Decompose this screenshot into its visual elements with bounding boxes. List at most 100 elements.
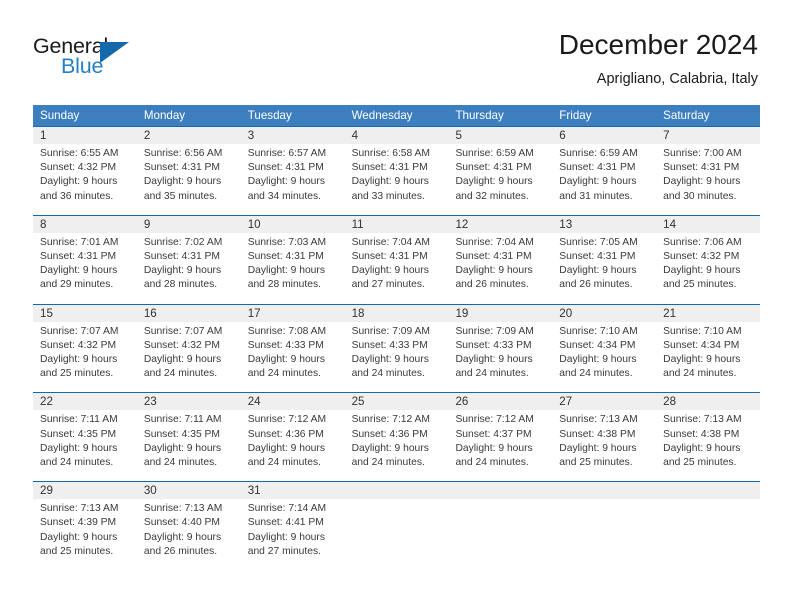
day-cell[interactable]: 14 Sunrise: 7:06 AM Sunset: 4:32 PM Dayl… (656, 215, 761, 304)
day-number: 7 (656, 127, 761, 144)
sunrise-text: Sunrise: 7:12 AM (247, 414, 327, 426)
sunrise-text: Sunrise: 7:11 AM (40, 414, 118, 426)
daylight-text-line1: Daylight: 9 hours (247, 531, 325, 543)
day-info: Sunrise: 7:08 AM Sunset: 4:33 PM Dayligh… (241, 322, 345, 382)
sunrise-text: Sunrise: 7:12 AM (351, 414, 430, 426)
day-info: Sunrise: 7:02 AM Sunset: 4:31 PM Dayligh… (137, 233, 241, 293)
day-cell[interactable]: 6 Sunrise: 6:59 AM Sunset: 4:31 PM Dayli… (552, 127, 657, 215)
sunset-text: Sunset: 4:36 PM (351, 428, 428, 440)
daylight-text-line1: Daylight: 9 hours (663, 442, 741, 454)
day-cell[interactable]: 17 Sunrise: 7:08 AM Sunset: 4:33 PM Dayl… (240, 304, 345, 393)
day-cell[interactable]: 12 Sunrise: 7:04 AM Sunset: 4:31 PM Dayl… (448, 215, 553, 304)
day-cell-empty (552, 482, 657, 570)
day-cell[interactable]: 24 Sunrise: 7:12 AM Sunset: 4:36 PM Dayl… (240, 393, 345, 481)
daylight-text-line2: and 24 minutes. (143, 457, 218, 469)
day-number (448, 482, 553, 500)
day-cell[interactable]: 29 Sunrise: 7:13 AM Sunset: 4:39 PM Dayl… (33, 482, 137, 570)
sunrise-text: Sunrise: 6:55 AM (40, 148, 119, 159)
daylight-text-line2: and 34 minutes. (247, 190, 321, 202)
day-number: 27 (552, 393, 657, 411)
day-info: Sunrise: 7:01 AM Sunset: 4:31 PM Dayligh… (33, 233, 137, 293)
sunset-text: Sunset: 4:31 PM (143, 251, 220, 263)
day-cell[interactable]: 28 Sunrise: 7:13 AM Sunset: 4:38 PM Dayl… (656, 393, 761, 481)
daylight-text-line2: and 35 minutes. (143, 190, 218, 202)
brand-logo[interactable]: General Blue (33, 34, 223, 84)
day-number: 16 (136, 304, 241, 322)
day-info: Sunrise: 6:58 AM Sunset: 4:31 PM Dayligh… (345, 144, 449, 204)
day-cell[interactable]: 7 Sunrise: 7:00 AM Sunset: 4:31 PM Dayli… (656, 127, 761, 215)
sunset-text: Sunset: 4:36 PM (247, 428, 324, 440)
sunset-text: Sunset: 4:31 PM (247, 162, 324, 174)
daylight-text-line2: and 24 minutes. (247, 368, 321, 380)
daylight-text-line1: Daylight: 9 hours (351, 176, 429, 188)
daylight-text-line2: and 29 minutes. (40, 279, 114, 291)
page-header: General Blue December 2024 Aprigliano, C… (0, 0, 792, 100)
sunrise-text: Sunrise: 7:09 AM (455, 325, 534, 337)
day-cell[interactable]: 21 Sunrise: 7:10 AM Sunset: 4:34 PM Dayl… (656, 304, 761, 393)
daylight-text-line2: and 31 minutes. (559, 190, 633, 202)
day-cell[interactable]: 4 Sunrise: 6:58 AM Sunset: 4:31 PM Dayli… (344, 127, 449, 215)
day-info: Sunrise: 7:04 AM Sunset: 4:31 PM Dayligh… (448, 233, 552, 293)
day-cell[interactable]: 16 Sunrise: 7:07 AM Sunset: 4:32 PM Dayl… (136, 304, 241, 393)
daylight-text-line1: Daylight: 9 hours (455, 265, 533, 277)
sunset-text: Sunset: 4:32 PM (143, 339, 220, 351)
sunset-text: Sunset: 4:31 PM (143, 162, 220, 174)
day-cell[interactable]: 1 Sunrise: 6:55 AM Sunset: 4:32 PM Dayli… (33, 127, 137, 215)
weekday-header-wednesday: Wednesday (351, 109, 413, 122)
day-cell[interactable]: 3 Sunrise: 6:57 AM Sunset: 4:31 PM Dayli… (240, 127, 345, 215)
day-cell[interactable]: 27 Sunrise: 7:13 AM Sunset: 4:38 PM Dayl… (552, 393, 657, 481)
week-row: 1 Sunrise: 6:55 AM Sunset: 4:32 PM Dayli… (33, 126, 761, 215)
day-cell[interactable]: 31 Sunrise: 7:14 AM Sunset: 4:41 PM Dayl… (240, 482, 345, 570)
weekday-header-row: Sunday Monday Tuesday Wednesday Thursday… (33, 105, 760, 126)
daylight-text-line2: and 24 minutes. (40, 457, 114, 469)
day-cell[interactable]: 15 Sunrise: 7:07 AM Sunset: 4:32 PM Dayl… (33, 304, 137, 393)
day-cell[interactable]: 8 Sunrise: 7:01 AM Sunset: 4:31 PM Dayli… (33, 215, 137, 304)
day-cell[interactable]: 13 Sunrise: 7:05 AM Sunset: 4:31 PM Dayl… (552, 215, 657, 304)
day-cell-empty (344, 482, 449, 570)
sunrise-text: Sunrise: 7:08 AM (247, 325, 327, 337)
day-info: Sunrise: 6:55 AM Sunset: 4:32 PM Dayligh… (33, 144, 137, 204)
week-row: 8 Sunrise: 7:01 AM Sunset: 4:31 PM Dayli… (33, 214, 761, 304)
day-info: Sunrise: 7:10 AM Sunset: 4:34 PM Dayligh… (552, 322, 656, 382)
day-number: 17 (240, 304, 345, 322)
day-cell[interactable]: 18 Sunrise: 7:09 AM Sunset: 4:33 PM Dayl… (344, 304, 449, 393)
day-info: Sunrise: 7:06 AM Sunset: 4:32 PM Dayligh… (656, 233, 760, 293)
day-number: 26 (448, 393, 553, 411)
day-info: Sunrise: 6:59 AM Sunset: 4:31 PM Dayligh… (448, 144, 552, 204)
week-row: 15 Sunrise: 7:07 AM Sunset: 4:32 PM Dayl… (33, 303, 761, 393)
daylight-text-line2: and 24 minutes. (351, 368, 425, 380)
day-cell[interactable]: 20 Sunrise: 7:10 AM Sunset: 4:34 PM Dayl… (552, 304, 657, 393)
day-info: Sunrise: 7:13 AM Sunset: 4:38 PM Dayligh… (552, 410, 656, 470)
sunrise-text: Sunrise: 7:07 AM (40, 325, 119, 337)
day-cell[interactable]: 23 Sunrise: 7:11 AM Sunset: 4:35 PM Dayl… (136, 393, 241, 481)
daylight-text-line1: Daylight: 9 hours (143, 531, 222, 543)
day-cell[interactable]: 26 Sunrise: 7:12 AM Sunset: 4:37 PM Dayl… (448, 393, 553, 481)
day-number: 9 (136, 215, 241, 233)
day-number: 10 (240, 215, 345, 233)
day-info: Sunrise: 7:11 AM Sunset: 4:35 PM Dayligh… (137, 410, 241, 470)
day-cell[interactable]: 19 Sunrise: 7:09 AM Sunset: 4:33 PM Dayl… (448, 304, 553, 393)
day-cell[interactable]: 9 Sunrise: 7:02 AM Sunset: 4:31 PM Dayli… (136, 215, 241, 304)
day-info: Sunrise: 7:05 AM Sunset: 4:31 PM Dayligh… (552, 233, 656, 293)
day-number (656, 482, 761, 500)
day-cell[interactable]: 22 Sunrise: 7:11 AM Sunset: 4:35 PM Dayl… (33, 393, 137, 481)
daylight-text-line1: Daylight: 9 hours (247, 442, 325, 454)
day-cell[interactable]: 5 Sunrise: 6:59 AM Sunset: 4:31 PM Dayli… (448, 127, 553, 215)
day-number: 31 (240, 482, 345, 500)
sunset-text: Sunset: 4:32 PM (40, 339, 117, 351)
sunrise-text: Sunrise: 7:13 AM (559, 414, 638, 426)
day-info: Sunrise: 6:57 AM Sunset: 4:31 PM Dayligh… (241, 144, 345, 204)
sunset-text: Sunset: 4:31 PM (247, 251, 324, 263)
day-number: 29 (33, 482, 137, 500)
day-cell[interactable]: 30 Sunrise: 7:13 AM Sunset: 4:40 PM Dayl… (136, 482, 241, 570)
day-cell[interactable]: 2 Sunrise: 6:56 AM Sunset: 4:31 PM Dayli… (136, 127, 241, 215)
title-block: December 2024 Aprigliano, Calabria, Ital… (559, 28, 758, 89)
daylight-text-line2: and 25 minutes. (40, 545, 114, 557)
daylight-text-line2: and 27 minutes. (247, 545, 321, 557)
daylight-text-line2: and 24 minutes. (351, 457, 425, 469)
day-cell[interactable]: 10 Sunrise: 7:03 AM Sunset: 4:31 PM Dayl… (240, 215, 345, 304)
day-cell[interactable]: 25 Sunrise: 7:12 AM Sunset: 4:36 PM Dayl… (344, 393, 449, 481)
sunrise-text: Sunrise: 7:06 AM (663, 236, 742, 248)
day-cell[interactable]: 11 Sunrise: 7:04 AM Sunset: 4:31 PM Dayl… (344, 215, 449, 304)
daylight-text-line1: Daylight: 9 hours (663, 354, 741, 366)
